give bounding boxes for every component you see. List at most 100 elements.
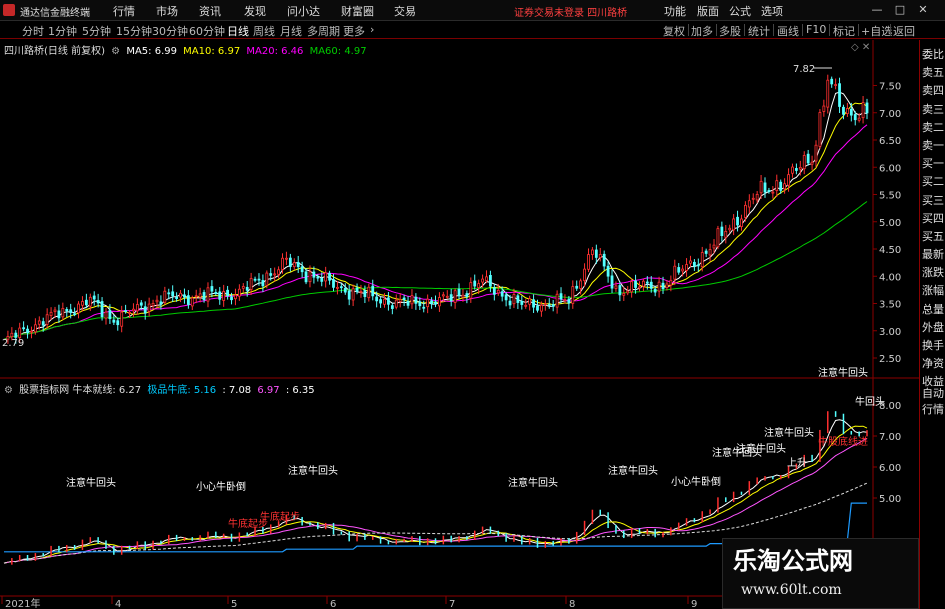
candle-up xyxy=(712,244,716,249)
menu-news[interactable]: 资讯 xyxy=(199,3,221,19)
candle-down xyxy=(210,286,214,292)
tool-back[interactable]: 返回 xyxy=(893,23,915,39)
candle-up xyxy=(18,327,22,339)
candle-down xyxy=(418,301,422,307)
menu-formula[interactable]: 公式 xyxy=(729,3,751,19)
candle-up xyxy=(834,84,838,86)
sidebar-item[interactable]: 买四 xyxy=(920,210,945,228)
maximize-icon[interactable]: □ xyxy=(893,3,907,17)
candle-up xyxy=(163,290,167,303)
candle-up xyxy=(426,298,430,308)
tool-overlay[interactable]: 加多 xyxy=(691,23,713,39)
sidebar-item[interactable]: 外盘 xyxy=(920,319,945,337)
signal-label: 注意牛回头 xyxy=(66,476,116,489)
candle-down xyxy=(489,274,492,287)
period-tab-60min[interactable]: 60分钟 xyxy=(189,23,225,39)
sidebar-item[interactable]: 卖二 xyxy=(920,119,945,137)
menu-market[interactable]: 市场 xyxy=(156,3,178,19)
sidebar-item[interactable]: 委比 xyxy=(920,46,945,64)
sidebar-item[interactable]: 买一 xyxy=(920,155,945,173)
menu-ask[interactable]: 问小达 xyxy=(287,3,320,19)
candle-down xyxy=(347,290,351,300)
sidebar-item[interactable]: 净资 xyxy=(920,355,945,373)
candle-down xyxy=(567,298,571,304)
menu-discover[interactable]: 发现 xyxy=(244,3,266,19)
sidebar-item[interactable]: 涨跌 xyxy=(920,264,945,282)
candle-up xyxy=(241,286,245,289)
tool-adjust[interactable]: 复权 xyxy=(663,23,685,39)
candle-down xyxy=(551,304,555,307)
candle-down xyxy=(116,320,120,326)
period-tab-15min[interactable]: 15分钟 xyxy=(116,23,152,39)
candle-up xyxy=(630,281,634,293)
sidebar-item[interactable]: 买五 xyxy=(920,228,945,246)
period-tab-more[interactable]: 更多 xyxy=(343,23,365,39)
sidebar-item[interactable]: 买三 xyxy=(920,192,945,210)
candle-down xyxy=(838,83,841,107)
candle-down xyxy=(465,293,469,298)
sidebar-item[interactable]: 最新 xyxy=(920,246,945,264)
candle-down xyxy=(202,292,206,301)
sidebar-item[interactable]: 卖五 xyxy=(920,64,945,82)
candle-down xyxy=(434,301,437,305)
candle-up xyxy=(543,303,547,306)
candle-up xyxy=(128,311,131,314)
tool-mark[interactable]: 标记 xyxy=(833,23,855,39)
candle-down xyxy=(108,310,112,319)
sidebar-item[interactable]: 卖四 xyxy=(920,82,945,100)
sidebar-indicator-item[interactable]: 行情 xyxy=(920,402,945,418)
sidebar-item[interactable]: 买二 xyxy=(920,173,945,191)
period-tab-monthly[interactable]: 月线 xyxy=(280,23,302,39)
period-tab-multi[interactable]: 多周期 xyxy=(307,23,340,39)
candle-down xyxy=(430,300,433,304)
candle-up xyxy=(528,298,532,305)
close-icon[interactable]: ✕ xyxy=(916,3,930,17)
period-tab-weekly[interactable]: 周线 xyxy=(253,23,275,39)
menu-trade[interactable]: 交易 xyxy=(394,3,416,19)
candle-up xyxy=(394,299,398,308)
menu-wealth-circle[interactable]: 财富圈 xyxy=(341,3,374,19)
tool-add-watchlist[interactable]: +自选 xyxy=(861,23,892,39)
minimize-icon[interactable]: — xyxy=(870,3,884,17)
more-chevron-icon[interactable]: › xyxy=(370,23,374,36)
candle-up xyxy=(524,304,528,307)
candle-up xyxy=(10,332,14,338)
tool-statistics[interactable]: 统计 xyxy=(748,23,770,39)
period-toolbar: 分时 1分钟 5分钟 15分钟 30分钟 60分钟 日线 周线 月线 多周期 更… xyxy=(0,21,945,39)
menu-quotes[interactable]: 行情 xyxy=(113,3,135,19)
candle-down xyxy=(806,153,810,164)
watermark-logo: 乐淘公式网 www.60lt.com xyxy=(722,538,919,609)
sidebar-item[interactable]: 卖一 xyxy=(920,137,945,155)
menu-function[interactable]: 功能 xyxy=(664,3,686,19)
login-warning[interactable]: 证券交易未登录 四川路桥 xyxy=(514,4,627,19)
tool-f10[interactable]: F10 xyxy=(806,23,826,36)
sidebar-item[interactable]: 总量 xyxy=(920,301,945,319)
tool-draw[interactable]: 画线 xyxy=(777,23,799,39)
candle-down xyxy=(73,313,77,316)
period-tab-1min[interactable]: 1分钟 xyxy=(48,23,77,39)
candle-up xyxy=(845,108,849,114)
menu-layout[interactable]: 版面 xyxy=(697,3,719,19)
period-tab-daily[interactable]: 日线 xyxy=(227,23,249,39)
date-tick-label: 2021年 xyxy=(5,597,40,609)
period-tab-30min[interactable]: 30分钟 xyxy=(152,23,188,39)
sidebar-indicator-item[interactable]: 自动 xyxy=(920,386,945,402)
period-tab-5min[interactable]: 5分钟 xyxy=(82,23,111,39)
tool-multi-stock[interactable]: 多股 xyxy=(719,23,741,39)
candle-down xyxy=(300,266,304,273)
candle-down xyxy=(449,294,453,302)
date-tick-label: 9 xyxy=(691,599,697,609)
candle-up xyxy=(496,289,500,294)
sidebar-item[interactable]: 涨幅 xyxy=(920,282,945,300)
candle-up xyxy=(591,249,594,255)
candle-down xyxy=(183,294,186,298)
candle-down xyxy=(414,296,418,304)
candle-down xyxy=(865,102,869,114)
period-tab-intraday[interactable]: 分时 xyxy=(22,23,44,39)
candle-up xyxy=(728,227,732,231)
kline-chart[interactable]: 注意牛回头 小心牛卧倒注意牛回头注意牛回头注意牛回头小心牛卧倒注意牛回头注意牛回头… xyxy=(0,40,919,609)
sidebar-item[interactable]: 换手 xyxy=(920,337,945,355)
sidebar-item[interactable]: 卖三 xyxy=(920,101,945,119)
menu-options[interactable]: 选项 xyxy=(761,3,783,19)
candle-up xyxy=(689,260,692,264)
